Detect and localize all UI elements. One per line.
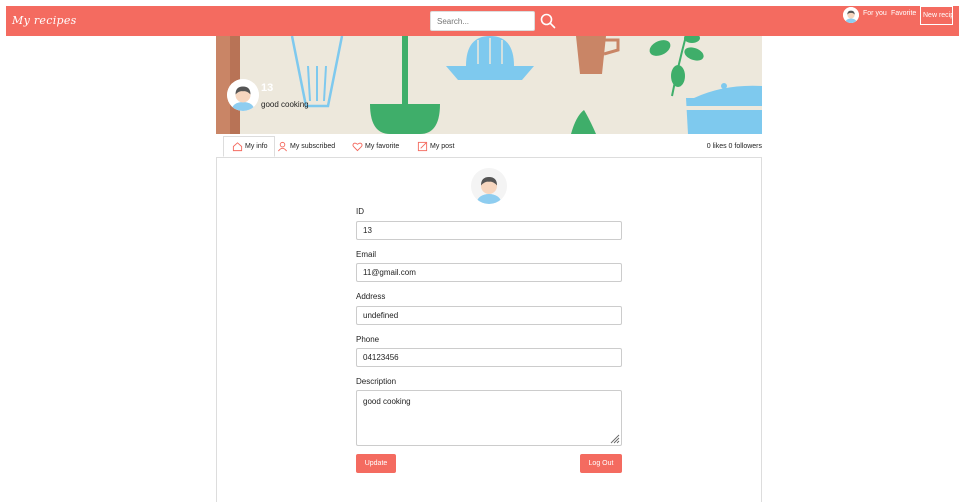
avatar-icon xyxy=(227,79,259,111)
phone-field[interactable] xyxy=(356,348,622,367)
address-field[interactable] xyxy=(356,306,622,325)
search-input[interactable] xyxy=(430,11,535,31)
resize-grip-icon[interactable] xyxy=(609,433,620,444)
my-info-panel xyxy=(216,157,762,502)
tab-label: My subscribed xyxy=(290,143,336,150)
edit-icon xyxy=(417,141,428,152)
top-navbar: My recipes For you Favorite New recipe xyxy=(6,6,959,36)
home-icon xyxy=(232,142,243,152)
nav-link-favorite[interactable]: Favorite xyxy=(891,10,916,17)
id-label: ID xyxy=(356,207,364,216)
form-avatar[interactable] xyxy=(471,168,507,204)
id-field[interactable] xyxy=(356,221,622,240)
logout-button[interactable]: Log Out xyxy=(580,454,622,473)
user-icon xyxy=(278,141,287,152)
tab-my-post[interactable]: My post xyxy=(417,136,455,157)
heart-icon xyxy=(352,142,363,152)
address-label: Address xyxy=(356,292,386,301)
profile-stats: 0 likes 0 followers xyxy=(706,143,762,150)
profile-description: good cooking xyxy=(261,100,309,109)
phone-label: Phone xyxy=(356,335,380,344)
tab-my-favorite[interactable]: My favorite xyxy=(352,136,399,157)
new-recipe-button[interactable]: New recipe xyxy=(920,6,953,25)
kitchen-illustration xyxy=(216,36,762,134)
nav-link-for-you[interactable]: For you xyxy=(863,10,887,17)
tab-label: My info xyxy=(245,143,268,150)
tab-my-info[interactable]: My info xyxy=(223,136,275,157)
nav-avatar[interactable] xyxy=(843,7,859,23)
tab-my-subscribed[interactable]: My subscribed xyxy=(277,136,335,157)
avatar-icon xyxy=(471,168,507,204)
update-button[interactable]: Update xyxy=(356,454,396,473)
avatar-icon xyxy=(843,7,859,23)
tab-label: My post xyxy=(430,143,455,150)
description-textarea[interactable]: good cooking xyxy=(356,390,622,446)
description-label: Description xyxy=(356,377,397,386)
profile-tabs: My info My subscribed My favorite My pos… xyxy=(216,136,762,157)
profile-avatar xyxy=(227,79,259,111)
profile-banner xyxy=(216,36,762,134)
email-field[interactable] xyxy=(356,263,622,282)
search-icon[interactable] xyxy=(539,12,557,30)
brand-logo[interactable]: My recipes xyxy=(12,14,77,27)
tab-label: My favorite xyxy=(365,143,400,150)
email-label: Email xyxy=(356,250,377,259)
profile-id: 13 xyxy=(261,82,274,94)
